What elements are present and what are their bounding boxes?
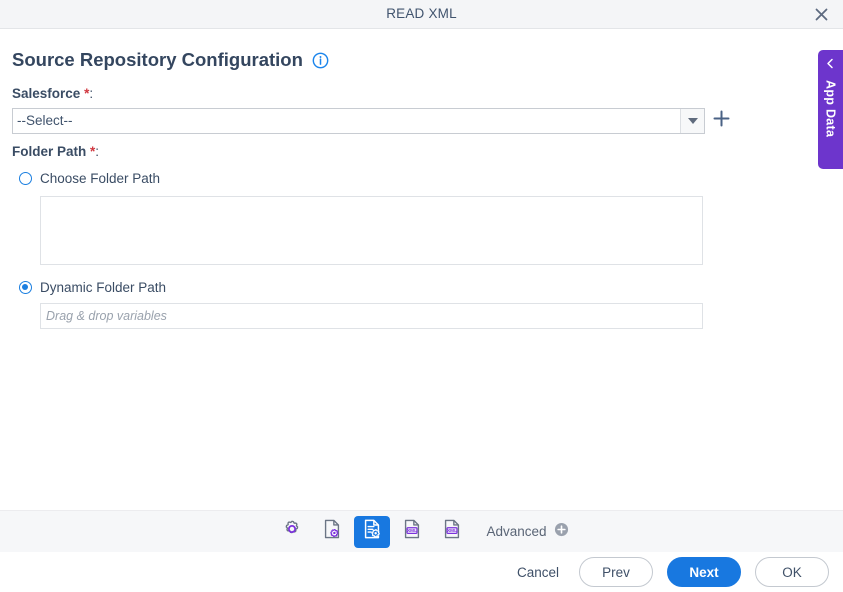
settings-gear-icon	[281, 518, 303, 545]
plus-icon	[713, 110, 730, 132]
next-button[interactable]: Next	[667, 557, 741, 587]
choose-folder-path-box[interactable]	[40, 196, 703, 265]
salesforce-label-text: Salesforce	[12, 86, 81, 101]
xml-document-icon: XML	[401, 518, 423, 545]
salesforce-select[interactable]: --Select--	[12, 108, 705, 134]
radio-choose-folder-path-label: Choose Folder Path	[40, 171, 161, 186]
radio-choose-folder-path-indicator[interactable]	[19, 172, 32, 185]
window-titlebar: READ XML	[0, 0, 843, 29]
page-title: Source Repository Configuration	[12, 49, 303, 70]
document-settings-icon-button[interactable]	[314, 516, 350, 548]
chevron-down-icon[interactable]	[680, 109, 704, 133]
settings-gear-icon-button[interactable]	[274, 516, 310, 548]
salesforce-selected-value: --Select--	[17, 113, 73, 128]
svg-text:XML: XML	[448, 528, 458, 533]
folder-path-label: Folder Path *:	[12, 144, 99, 159]
circle-plus-icon[interactable]	[554, 522, 569, 542]
prev-button[interactable]: Prev	[579, 557, 653, 587]
folder-path-label-colon: :	[95, 144, 100, 159]
folder-path-label-text: Folder Path	[12, 144, 87, 159]
app-data-tab[interactable]: App Data	[818, 50, 843, 169]
salesforce-label: Salesforce *:	[12, 86, 93, 101]
chevron-left-icon	[825, 56, 836, 74]
document-config-icon-button[interactable]	[354, 515, 391, 548]
document-config-icon	[361, 518, 383, 545]
salesforce-label-colon: :	[89, 86, 94, 101]
radio-dynamic-folder-path-label: Dynamic Folder Path	[40, 280, 167, 295]
app-data-tab-label: App Data	[823, 80, 838, 138]
xml-document-icon-button[interactable]: XML	[394, 516, 430, 548]
radio-dynamic-folder-path[interactable]: Dynamic Folder Path	[19, 280, 166, 295]
radio-choose-folder-path[interactable]: Choose Folder Path	[19, 171, 160, 186]
close-button[interactable]	[807, 2, 835, 27]
xml-output-icon: XML	[441, 518, 463, 545]
xml-output-icon-button[interactable]: XML	[434, 516, 470, 548]
config-icon-toolbar: XML XML Advanced	[0, 510, 843, 552]
advanced-label: Advanced	[486, 524, 547, 539]
radio-dynamic-folder-path-indicator[interactable]	[19, 281, 32, 294]
cancel-button[interactable]: Cancel	[511, 560, 565, 585]
window-title: READ XML	[386, 6, 457, 21]
advanced-toggle[interactable]: Advanced	[486, 522, 568, 542]
add-salesforce-button[interactable]	[712, 108, 730, 134]
dynamic-folder-path-input[interactable]	[40, 303, 703, 329]
document-settings-icon	[321, 518, 343, 545]
info-icon[interactable]	[312, 52, 329, 69]
ok-button[interactable]: OK	[755, 557, 829, 587]
svg-text:XML: XML	[408, 528, 418, 533]
close-icon	[814, 7, 829, 22]
dialog-content: Source Repository Configuration Salesfor…	[0, 29, 843, 510]
page-title-row: Source Repository Configuration	[12, 49, 329, 71]
dialog-footer: Cancel Prev Next OK	[0, 552, 843, 592]
